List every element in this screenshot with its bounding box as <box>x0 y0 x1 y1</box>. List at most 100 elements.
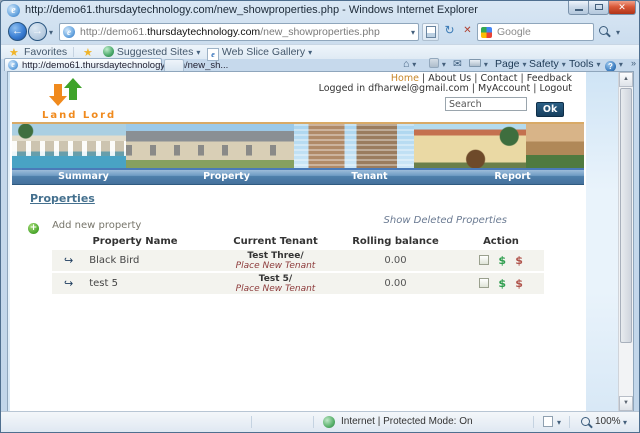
browser-window: e http://demo61.thursdaytechnology.com/n… <box>0 0 640 433</box>
landlord-logo-icon <box>49 78 86 108</box>
page-menu-button[interactable]: Page ▾ <box>495 58 526 70</box>
income-dollar-icon[interactable]: $ <box>498 277 506 290</box>
scrollbar-thumb[interactable] <box>620 88 632 343</box>
history-caret-icon[interactable]: ▾ <box>49 28 53 37</box>
nav-report[interactable]: Report <box>441 170 584 184</box>
logo-text: Land Lord <box>42 110 117 121</box>
tab-title: http://demo61.thursdaytechnology.com/new… <box>22 60 229 71</box>
tools-menu-button[interactable]: Tools ▾ <box>569 58 600 70</box>
tenant-name: Test 5/ <box>258 273 293 284</box>
logged-in-text: Logged in dfharwel@gmail.com <box>318 83 469 94</box>
safety-menu-button[interactable]: Safety ▾ <box>529 58 566 70</box>
maximize-button[interactable] <box>588 1 609 15</box>
my-account-link[interactable]: MyAccount <box>478 83 530 94</box>
search-box[interactable]: Google <box>477 23 594 41</box>
expense-dollar-icon[interactable]: $ <box>515 277 523 290</box>
rolling-balance: 0.00 <box>384 278 407 289</box>
table-row: ↪ Black Bird Test Three/ Place New Tenan… <box>52 250 544 271</box>
tab-favicon-icon: e <box>8 60 18 70</box>
place-new-tenant-link[interactable]: Place New Tenant <box>218 261 333 271</box>
show-deleted-properties-link[interactable]: Show Deleted Properties <box>384 215 507 226</box>
rolling-balance: 0.00 <box>384 255 407 266</box>
zoom-caret-icon[interactable]: ▾ <box>623 418 627 427</box>
address-dropdown-caret-icon[interactable]: ▾ <box>411 28 415 37</box>
edit-property-icon[interactable] <box>479 278 490 288</box>
print-icon <box>469 59 481 67</box>
favorites-bar: ★ Favorites ★ Suggested Sites ▾ e Web Sl… <box>1 44 639 61</box>
site-search: Ok <box>445 97 565 117</box>
expand-property-icon[interactable]: ↪ <box>64 254 73 267</box>
suggested-sites-button[interactable]: Suggested Sites ▾ <box>103 46 200 58</box>
mail-icon: ✉ <box>453 58 462 70</box>
read-mail-button[interactable]: ✉ <box>453 58 462 70</box>
print-button[interactable]: ▾ <box>469 58 488 70</box>
search-ok-button[interactable]: Ok <box>536 102 565 117</box>
col-action: Action <box>483 236 519 247</box>
properties-table: Property Name Current Tenant Rolling bal… <box>52 235 544 294</box>
back-button[interactable]: ← <box>8 22 27 41</box>
expense-dollar-icon[interactable]: $ <box>515 254 523 267</box>
nav-property[interactable]: Property <box>155 170 298 184</box>
page-viewport: Home | About Us | Contact | Feedback Log… <box>7 71 634 412</box>
internet-zone-globe-icon <box>323 416 335 428</box>
page-title: Properties <box>30 192 95 205</box>
feeds-icon <box>429 58 439 68</box>
landlord-logo[interactable]: Land Lord <box>42 78 122 122</box>
site-search-input[interactable] <box>445 97 527 111</box>
zone-text: Internet | Protected Mode: On <box>341 416 473 427</box>
forward-button[interactable]: → <box>28 22 47 41</box>
feeds-button[interactable]: ▾ <box>429 58 446 70</box>
zoom-button[interactable] <box>579 416 593 429</box>
nav-tenant[interactable]: Tenant <box>298 170 441 184</box>
ie-favicon-icon: e <box>7 4 20 17</box>
tenant-name: Test Three/ <box>247 250 304 261</box>
close-button[interactable]: ✕ <box>608 1 636 15</box>
address-field[interactable]: e http://demo61.thursdaytechnology.com/n… <box>59 23 419 41</box>
url-text: http://demo61.thursdaytechnology.com/new… <box>80 26 380 38</box>
page-mode-icon[interactable] <box>543 416 553 427</box>
zoom-level: 100% <box>595 416 621 427</box>
help-button[interactable]: ? ▾ <box>605 58 623 72</box>
houses-banner-image <box>12 122 584 170</box>
status-bar: Internet | Protected Mode: On ▾ 100% ▾ <box>1 411 639 432</box>
expand-property-icon[interactable]: ↪ <box>64 277 73 290</box>
compatibility-view-button[interactable] <box>422 23 439 41</box>
search-options-caret-icon[interactable]: ▾ <box>616 28 620 37</box>
site-content: Home | About Us | Contact | Feedback Log… <box>10 72 586 411</box>
table-header-row: Property Name Current Tenant Rolling bal… <box>52 235 544 248</box>
favorites-button[interactable]: Favorites <box>24 46 67 58</box>
search-button[interactable] <box>597 25 613 40</box>
scroll-down-button[interactable]: ▼ <box>619 396 633 411</box>
col-property-name: Property Name <box>92 236 178 247</box>
home-button[interactable]: ⌂ ▾ <box>403 58 416 70</box>
new-tab-button[interactable] <box>164 59 184 71</box>
google-logo-icon <box>481 27 492 38</box>
page-mode-caret-icon[interactable]: ▾ <box>557 418 561 427</box>
col-rolling-balance: Rolling balance <box>352 236 439 247</box>
place-new-tenant-link[interactable]: Place New Tenant <box>218 284 333 294</box>
col-current-tenant: Current Tenant <box>233 236 318 247</box>
logout-link[interactable]: Logout <box>539 83 572 94</box>
vertical-scrollbar[interactable]: ▲ ▼ <box>618 72 633 411</box>
home-icon: ⌂ <box>403 58 410 70</box>
title-bar: e http://demo61.thursdaytechnology.com/n… <box>1 1 639 21</box>
suggested-sites-icon <box>103 46 114 57</box>
site-header-links: Home | About Us | Contact | Feedback Log… <box>318 73 572 94</box>
site-nav: Summary Property Tenant Report <box>12 170 584 185</box>
refresh-button[interactable]: ↻ <box>441 23 458 41</box>
stop-button[interactable]: ✕ <box>459 23 476 41</box>
active-tab[interactable]: e http://demo61.thursdaytechnology.com/n… <box>4 58 228 71</box>
tab-bar: e http://demo61.thursdaytechnology.com/n… <box>1 58 639 72</box>
more-commands-chevron-icon[interactable]: » <box>631 58 636 68</box>
window-title: http://demo61.thursdaytechnology.com/new… <box>25 4 478 16</box>
income-dollar-icon[interactable]: $ <box>498 254 506 267</box>
property-name: Black Bird <box>89 255 140 266</box>
add-new-property-link[interactable]: + Add new property <box>28 213 141 234</box>
nav-summary[interactable]: Summary <box>12 170 155 184</box>
scroll-up-button[interactable]: ▲ <box>619 72 633 87</box>
add-icon: + <box>28 223 39 234</box>
caret-icon: ▾ <box>308 48 313 57</box>
page-icon: e <box>63 26 75 38</box>
minimize-button[interactable] <box>568 1 589 15</box>
edit-property-icon[interactable] <box>479 255 490 265</box>
